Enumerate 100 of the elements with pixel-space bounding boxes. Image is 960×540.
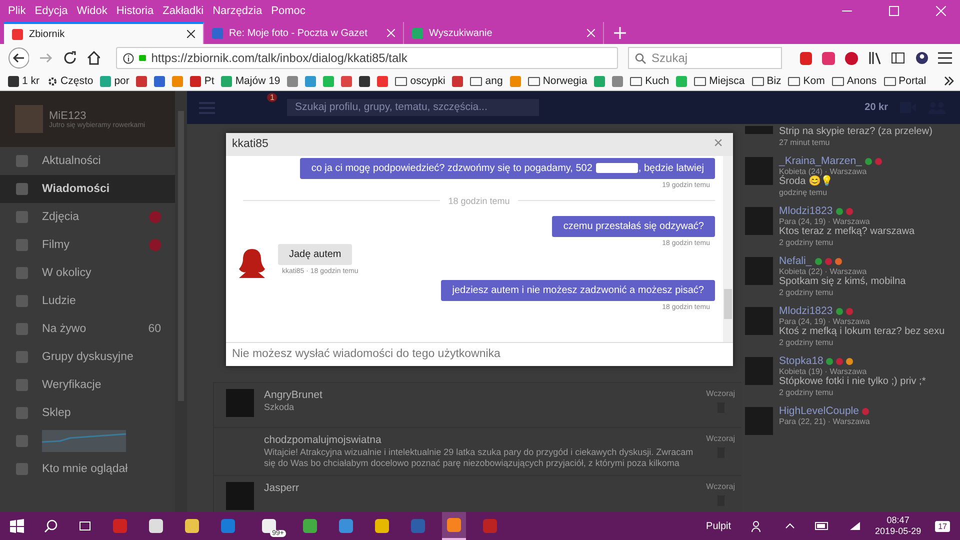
conversation-preview: Witajcie! Atrakcyjna wizualnie i intelektualnie 29 latka szuka pary do przygód i ciekawych dyskusji. Zwracam się do Was bo chciałabym docelowo poznać parę niezobowiązujących przyjaciół, z którymi poza kilkoma bbox=[264, 447, 694, 469]
sidebar-item[interactable]: Ludzie bbox=[0, 287, 175, 315]
bookmark-link[interactable]: Pt bbox=[190, 75, 214, 87]
lock-icon[interactable] bbox=[139, 55, 146, 61]
sidebar-item[interactable]: Wiadomości bbox=[0, 175, 175, 203]
bookmark-link[interactable]: Norwegia bbox=[528, 75, 588, 87]
search-icon[interactable] bbox=[44, 519, 58, 533]
windows-start-icon[interactable] bbox=[10, 519, 24, 533]
bookmark-favicon-icon[interactable] bbox=[154, 76, 166, 86]
extension-icon[interactable] bbox=[800, 52, 812, 64]
user-name[interactable]: Mlodzi1823 bbox=[779, 205, 833, 217]
chevron-icon[interactable] bbox=[944, 76, 954, 86]
sidebar-item[interactable]: Weryfikacje bbox=[0, 371, 175, 399]
browser-tab[interactable]: Zbiornik bbox=[4, 22, 204, 44]
square-icon bbox=[16, 323, 28, 335]
sidebar-item[interactable]: Filmy bbox=[0, 231, 175, 259]
bookmark-link[interactable]: Biz bbox=[752, 75, 782, 87]
square-icon bbox=[16, 267, 28, 279]
info-icon[interactable] bbox=[123, 52, 134, 64]
conversation-preview: Szkoda bbox=[264, 402, 296, 413]
bookmark-link[interactable]: Portal bbox=[884, 75, 926, 87]
conversation-time: Wczoraj bbox=[706, 389, 735, 398]
bookmark-link[interactable]: 1 kr bbox=[8, 75, 40, 87]
library-icon[interactable] bbox=[868, 51, 882, 65]
menu-item[interactable]: Plik bbox=[8, 5, 26, 17]
extension-icon[interactable] bbox=[822, 52, 835, 64]
conversation-name[interactable]: chodzpomalujmojswiatna bbox=[264, 434, 696, 446]
close-button[interactable]: × bbox=[710, 135, 727, 154]
photo-placeholder bbox=[745, 126, 773, 134]
conversation-name[interactable]: AngryBrunet bbox=[264, 389, 696, 401]
address-bar[interactable]: https://zbiornik.com/talk/inbox/dialog/kkati85/talk bbox=[116, 47, 618, 69]
scrollbar-track[interactable] bbox=[723, 156, 733, 342]
sidebar-item[interactable]: Na żywo 60 bbox=[0, 315, 175, 343]
post-text: Ktos teraz z mefką? warszawa bbox=[779, 226, 915, 238]
back-icon[interactable] bbox=[8, 47, 30, 69]
bookmark-link[interactable]: ang bbox=[470, 75, 503, 87]
bookmark-favicon-icon[interactable] bbox=[359, 76, 370, 86]
close-icon[interactable] bbox=[187, 30, 195, 38]
sidebar-item[interactable]: Kto mnie oglądał bbox=[0, 455, 175, 483]
user-meta: Kobieta (22) · Warszawa bbox=[779, 267, 868, 276]
menu-item[interactable]: Widok bbox=[76, 5, 108, 17]
bookmark-link[interactable]: por bbox=[100, 75, 130, 87]
taskbar-app[interactable] bbox=[442, 512, 466, 540]
menu-item[interactable]: Pomoc bbox=[271, 5, 306, 17]
post-time: 27 minut temu bbox=[779, 138, 831, 147]
reload-icon[interactable] bbox=[63, 51, 77, 65]
bookmark-link[interactable]: Majów 19 bbox=[221, 75, 280, 87]
post-time: godzinę temu bbox=[779, 188, 828, 197]
user-meta: Para (22, 21) · Warszawa bbox=[779, 417, 870, 426]
menu-item[interactable]: Zakładki bbox=[162, 5, 204, 17]
sidebar-item[interactable]: Zdjęcia bbox=[0, 203, 175, 231]
search-field[interactable]: Szukaj bbox=[628, 47, 782, 69]
maximize-icon[interactable] bbox=[889, 6, 899, 16]
notification-center-button[interactable]: 17 bbox=[935, 520, 950, 532]
square-icon bbox=[16, 239, 28, 251]
bookmark-link[interactable]: oscypki bbox=[395, 75, 446, 87]
message-bubble: jedziesz autem i nie możesz zadzwonić a możesz pisać? bbox=[441, 280, 715, 301]
bookmark-link[interactable]: Kuch bbox=[630, 75, 670, 87]
square-icon bbox=[16, 463, 28, 475]
credits-label[interactable]: 20 kr bbox=[864, 102, 888, 113]
battery-icon[interactable] bbox=[815, 522, 830, 530]
menu-item[interactable]: Historia bbox=[116, 5, 154, 17]
user-name[interactable]: _Kraina_Marzen_ bbox=[779, 155, 862, 167]
photo-placeholder bbox=[745, 307, 773, 335]
user-name[interactable]: Nefali_ bbox=[779, 255, 812, 267]
caret-icon[interactable] bbox=[785, 523, 796, 529]
message-input-field[interactable]: Nie możesz wysłać wiadomości do tego użytkownika bbox=[226, 342, 733, 366]
menu-icon[interactable] bbox=[938, 52, 952, 64]
user-name[interactable]: HighLevelCouple bbox=[779, 405, 859, 417]
bookmark-link[interactable]: Miejsca bbox=[694, 75, 745, 87]
sidebar-item[interactable]: W okolicy bbox=[0, 259, 175, 287]
home-icon[interactable] bbox=[86, 51, 100, 65]
menu-item[interactable]: Narzędzia bbox=[212, 5, 262, 17]
conversation-name[interactable]: Jasperr bbox=[264, 482, 696, 494]
sidebar-item[interactable]: Aktualności bbox=[0, 147, 175, 175]
extension-icon[interactable] bbox=[844, 52, 858, 64]
desktop-label[interactable]: Pulpit bbox=[706, 520, 732, 532]
scrollbar-thumb[interactable] bbox=[724, 288, 732, 319]
search-field[interactable]: Szukaj profilu, grupy, tematu, szczęścia... bbox=[287, 99, 539, 116]
photo-placeholder bbox=[745, 257, 773, 285]
account-icon[interactable] bbox=[914, 51, 928, 65]
square-icon bbox=[16, 379, 28, 391]
user-name[interactable]: Mlodzi1823 bbox=[779, 305, 833, 317]
bookmark-link[interactable]: Anons bbox=[832, 75, 877, 87]
post-time: 2 godziny temu bbox=[779, 288, 834, 297]
square-icon bbox=[16, 435, 28, 447]
clock[interactable]: 08:47 2019-05-29 bbox=[875, 515, 922, 537]
bookmark-link[interactable]: Często bbox=[46, 75, 94, 87]
bookmark-link[interactable]: Kom bbox=[788, 75, 825, 87]
task-view-icon[interactable] bbox=[78, 519, 92, 533]
menu-item[interactable]: Edycja bbox=[34, 5, 68, 17]
sidebar-icon[interactable] bbox=[891, 52, 905, 64]
notification-badge[interactable]: 1 bbox=[267, 93, 278, 102]
user-name[interactable]: Stopka18 bbox=[779, 355, 824, 367]
sidebar-item[interactable]: Sklep bbox=[0, 399, 175, 427]
profile-name[interactable]: MiE123 bbox=[49, 110, 146, 122]
sidebar-item[interactable]: Grupy dyskusyjne bbox=[0, 343, 175, 371]
tab-favicon-icon bbox=[12, 28, 23, 40]
square-icon bbox=[16, 211, 28, 223]
new-tab-icon[interactable] bbox=[614, 27, 626, 39]
